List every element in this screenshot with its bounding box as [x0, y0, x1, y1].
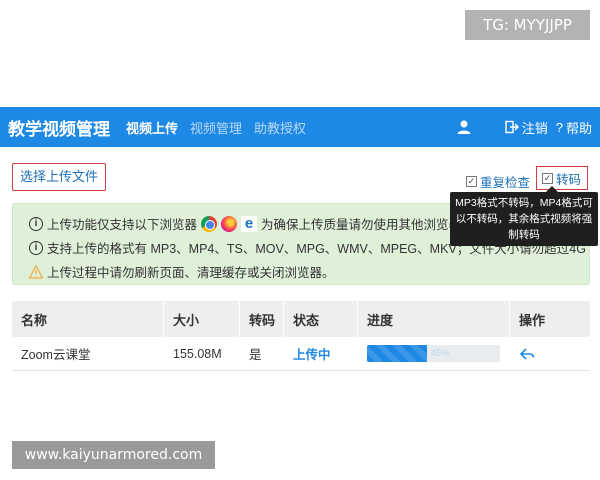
- progress-fill: [367, 345, 427, 362]
- chrome-icon: [201, 215, 218, 232]
- column-header-progress: 进度: [358, 301, 510, 337]
- table-row: Zoom云课堂 155.08M 是 上传中 45%: [12, 337, 590, 371]
- notice-warning-text: 上传过程中请勿刷新页面、清理缓存或关闭浏览器。: [47, 266, 335, 280]
- table-header: 名称 大小 转码 状态 进度 操作: [12, 301, 590, 337]
- logout-label: 注销: [521, 120, 548, 136]
- help-label: 帮助: [565, 120, 592, 136]
- cell-transcode: 是: [240, 337, 284, 370]
- cell-status: 上传中: [284, 337, 358, 370]
- cell-progress: 45%: [358, 337, 510, 370]
- transcode-toggle[interactable]: ✓ 转码: [536, 166, 588, 190]
- app-title: 教学视频管理: [8, 119, 110, 139]
- watermark-top: TG: MYYJJPP: [465, 10, 590, 40]
- cell-file-size: 155.08M: [164, 337, 240, 370]
- transcode-checkbox[interactable]: ✓: [542, 172, 553, 184]
- transcode-label: 转码: [556, 172, 582, 187]
- column-header-status: 状态: [284, 301, 358, 337]
- nav-video-management[interactable]: 视频管理: [190, 118, 242, 137]
- info-icon: i: [29, 216, 43, 231]
- upload-progress-bar: 45%: [367, 345, 500, 362]
- column-header-name: 名称: [12, 301, 164, 337]
- logout-icon: [505, 120, 519, 134]
- logout-button[interactable]: 注销: [505, 118, 548, 137]
- nav-ta-authorization[interactable]: 助教授权: [254, 118, 306, 137]
- duplicate-check-label: 重复检查: [480, 176, 531, 190]
- duplicate-check-checkbox[interactable]: ✓: [466, 176, 477, 187]
- progress-label: 45%: [431, 348, 450, 358]
- watermark-bottom: www.kaiyunarmored.com: [12, 441, 215, 469]
- select-upload-file-button[interactable]: 选择上传文件: [12, 163, 106, 191]
- warning-icon: [29, 264, 43, 279]
- edge-icon: e: [241, 215, 258, 232]
- notice-browsers: i 上传功能仅支持以下浏览器 e 为确保上传质量请勿使用其他浏览器: [29, 214, 461, 233]
- info-icon: i: [29, 240, 43, 255]
- notice-browsers-prefix: 上传功能仅支持以下浏览器: [47, 218, 198, 232]
- column-header-size: 大小: [164, 301, 240, 337]
- top-actions: 注销 ? 帮助: [505, 107, 592, 147]
- nav-video-upload[interactable]: 视频上传: [126, 118, 178, 137]
- top-navbar: 教学视频管理 视频上传 视频管理 助教授权 注销 ? 帮助: [0, 107, 600, 147]
- main-nav: 视频上传 视频管理 助教授权: [126, 118, 306, 137]
- notice-warning: 上传过程中请勿刷新页面、清理缓存或关闭浏览器。: [29, 262, 335, 281]
- firefox-icon: [221, 215, 238, 232]
- notice-browsers-suffix: 为确保上传质量请勿使用其他浏览器: [261, 218, 462, 232]
- column-header-actions: 操作: [519, 312, 546, 328]
- duplicate-check-toggle[interactable]: ✓ 重复检查: [466, 172, 530, 191]
- user-icon[interactable]: [456, 119, 472, 135]
- help-icon: ?: [555, 119, 563, 135]
- transcode-tooltip: MP3格式不转码，MP4格式可以不转码，其余格式视频将强制转码: [450, 186, 598, 246]
- column-header-transcode: 转码: [240, 301, 284, 337]
- cell-actions: [510, 337, 590, 370]
- status-badge: 上传中: [293, 348, 331, 362]
- cell-file-name: Zoom云课堂: [12, 337, 164, 370]
- help-button[interactable]: ? 帮助: [556, 118, 592, 137]
- upload-table: 名称 大小 转码 状态 进度 操作 Zoom云课堂 155.08M 是 上传中 …: [12, 301, 590, 371]
- cancel-icon[interactable]: [519, 347, 535, 361]
